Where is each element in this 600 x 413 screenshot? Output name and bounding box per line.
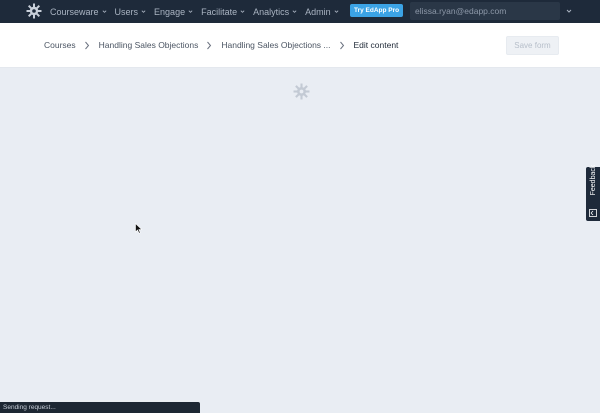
try-pro-button[interactable]: Try EdApp Pro xyxy=(350,4,404,17)
nav-admin[interactable]: Admin xyxy=(305,7,339,17)
breadcrumb-current: Edit content xyxy=(353,40,399,50)
breadcrumb-lesson[interactable]: Handling Sales Objections ... xyxy=(221,40,330,50)
nav-users-label: Users xyxy=(114,6,139,17)
feedback-tab[interactable]: Feedback xyxy=(586,165,600,221)
chevron-down-icon xyxy=(240,10,245,13)
breadcrumb: Courses Handling Sales Objections Handli… xyxy=(44,40,398,50)
user-account-menu[interactable]: elissa.ryan@edapp.com xyxy=(410,2,560,20)
chevron-down-icon xyxy=(292,10,297,13)
nav-facilitate[interactable]: Facilitate xyxy=(201,7,245,17)
breadcrumb-course[interactable]: Handling Sales Objections xyxy=(99,40,199,50)
chevron-right-icon xyxy=(84,41,89,49)
top-navbar: Courseware Users Engage Facilitate Analy… xyxy=(0,0,600,23)
nav-courseware[interactable]: Courseware xyxy=(50,7,107,17)
main-nav: Courseware Users Engage Facilitate Analy… xyxy=(50,0,347,23)
logo-gear-icon[interactable] xyxy=(26,3,42,19)
nav-facilitate-label: Facilitate xyxy=(201,6,238,17)
nav-admin-label: Admin xyxy=(305,6,331,17)
loading-spinner-icon xyxy=(293,83,310,100)
chevron-down-icon xyxy=(334,10,339,13)
status-bar: Sending request... xyxy=(0,402,200,413)
nav-engage-label: Engage xyxy=(154,6,186,17)
mouse-pointer-icon xyxy=(135,223,143,234)
nav-analytics-label: Analytics xyxy=(253,6,290,17)
page-header: Courses Handling Sales Objections Handli… xyxy=(0,23,600,68)
chevron-down-icon xyxy=(188,10,193,13)
chevron-right-icon xyxy=(207,41,212,49)
nav-courseware-label: Courseware xyxy=(50,6,99,17)
breadcrumb-courses[interactable]: Courses xyxy=(44,40,76,50)
save-form-button[interactable]: Save form xyxy=(506,36,559,55)
chevron-right-icon xyxy=(339,41,344,49)
nav-analytics[interactable]: Analytics xyxy=(253,7,297,17)
nav-engage[interactable]: Engage xyxy=(154,7,193,17)
feedback-icon xyxy=(589,209,597,217)
nav-users[interactable]: Users xyxy=(115,7,147,17)
feedback-label: Feedback xyxy=(590,164,597,196)
chevron-down-icon[interactable] xyxy=(566,8,572,14)
chevron-down-icon xyxy=(102,10,106,13)
chevron-down-icon xyxy=(141,10,146,13)
